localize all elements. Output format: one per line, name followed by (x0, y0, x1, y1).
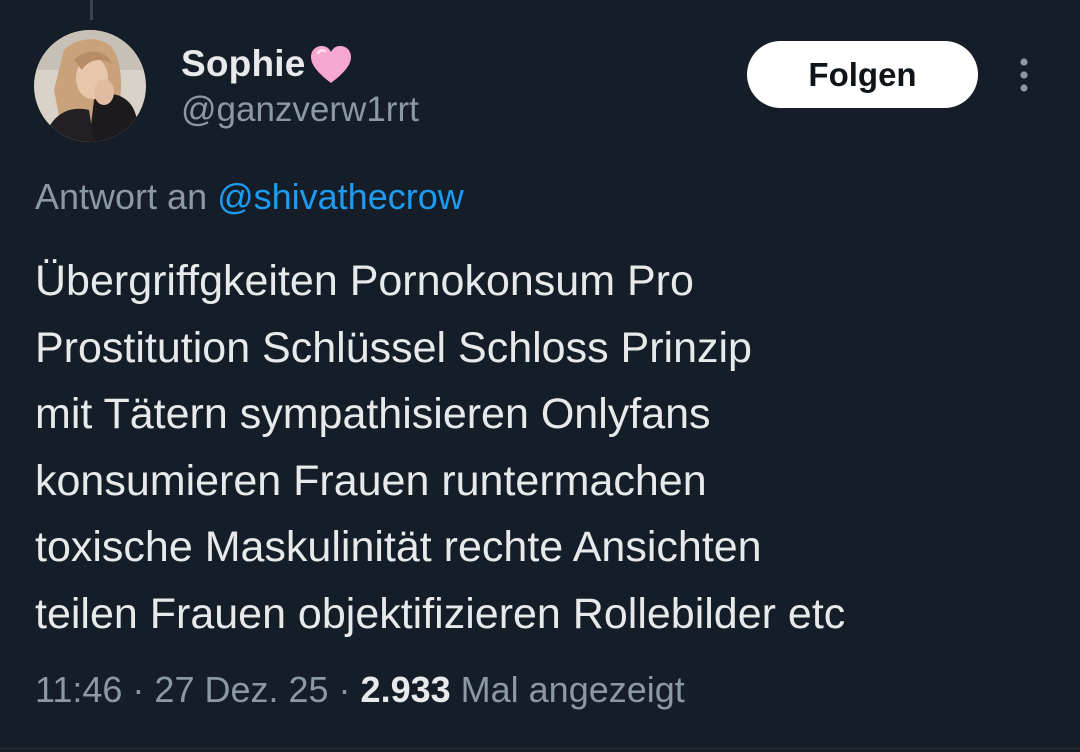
meta-separator: · (328, 669, 361, 710)
views-label: Mal angezeigt (450, 669, 685, 710)
user-handle[interactable]: @ganzverw1rrt (181, 90, 419, 130)
reply-context: Antwort an @shivathecrow (35, 176, 464, 218)
avatar[interactable] (34, 30, 146, 142)
tweet-text-line: Übergriffgkeiten Pornokonsum Pro (35, 257, 694, 305)
reply-prefix: Antwort an (35, 176, 218, 217)
display-name-row[interactable]: Sophie (181, 42, 354, 86)
reply-to-handle-link[interactable]: @shivathecrow (217, 176, 464, 217)
tweet-time[interactable]: 11:46 (35, 669, 122, 710)
tweet-text-line: toxische Maskulinität rechte Ansichten (35, 523, 762, 571)
tweet-text-line: Prostitution Schlüssel Schloss Prinzip (35, 323, 752, 372)
tweet-text-line: mit Tätern sympathisieren Onlyfans (35, 390, 711, 438)
follow-button[interactable]: Folgen (747, 41, 978, 108)
divider (0, 748, 1080, 749)
display-name[interactable]: Sophie (181, 43, 306, 85)
tweet-text: Übergriffgkeiten Pornokonsum Pro Prostit… (35, 248, 1055, 647)
pink-heart-icon (310, 46, 351, 83)
avatar-image (34, 30, 146, 142)
more-vertical-icon[interactable] (1010, 56, 1038, 96)
thread-connector-line (90, 0, 93, 20)
tweet-metadata: 11:46 · 27 Dez. 25 · 2.933 Mal angezeigt (35, 669, 685, 711)
tweet-text-line: konsumieren Frauen runtermachen (35, 456, 707, 505)
meta-separator: · (122, 669, 155, 710)
views-count[interactable]: 2.933 (361, 669, 451, 710)
tweet-text-line: teilen Frauen objektifizieren Rollebilde… (35, 589, 846, 638)
tweet-date[interactable]: 27 Dez. 25 (154, 669, 328, 710)
